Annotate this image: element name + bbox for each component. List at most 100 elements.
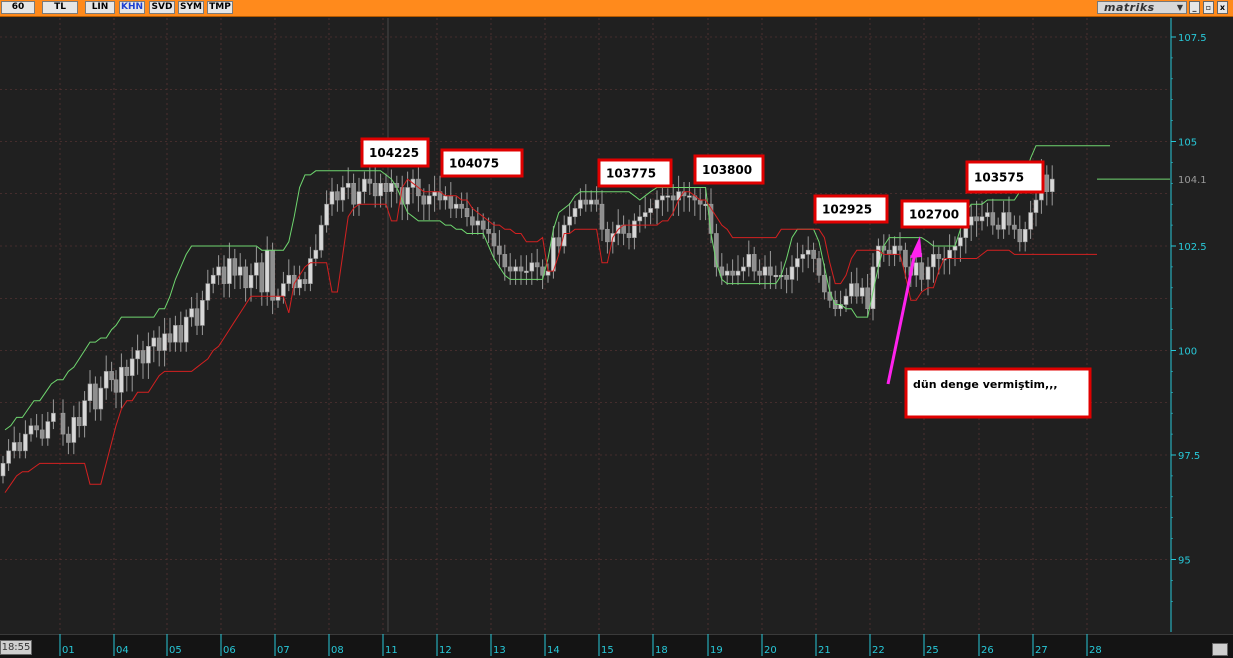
candle-body bbox=[23, 433, 28, 452]
candle-body bbox=[140, 350, 146, 364]
candle-body bbox=[654, 199, 660, 209]
candle-body bbox=[800, 254, 806, 259]
candle-body bbox=[318, 224, 324, 251]
y-tick-label: 102.5 bbox=[1178, 242, 1207, 253]
candle-body bbox=[789, 266, 795, 280]
candle-body bbox=[39, 429, 45, 439]
candle-body bbox=[448, 195, 454, 209]
candle-body bbox=[660, 195, 665, 201]
y-tick-label: 97.5 bbox=[1178, 451, 1200, 462]
candle-body bbox=[405, 187, 410, 205]
candle-body bbox=[903, 249, 908, 268]
x-tick-label: 04 bbox=[116, 645, 129, 656]
candle-body bbox=[464, 208, 470, 218]
candle-body bbox=[886, 249, 892, 255]
candle-body bbox=[71, 417, 77, 443]
candle-body bbox=[724, 270, 730, 276]
x-tick-label: 01 bbox=[62, 645, 75, 656]
candle-body bbox=[335, 191, 340, 201]
note-label: dün denge vermiştim,,, bbox=[913, 378, 1058, 391]
annotation-label: 102925 bbox=[822, 203, 872, 217]
candle-body bbox=[513, 266, 518, 272]
candle-body bbox=[60, 412, 66, 435]
candle-body bbox=[183, 316, 189, 343]
candle-body bbox=[194, 308, 200, 326]
annotation-arrow-head bbox=[910, 236, 922, 258]
y-tick-label: 107.5 bbox=[1178, 33, 1207, 44]
price-chart[interactable]: 95 97.5 100 102.5 105 107.5 104.1 01 04 05 06 07 08 1… bbox=[0, 0, 1233, 657]
candle-body bbox=[594, 199, 599, 205]
candle-body bbox=[561, 224, 567, 247]
candle-body bbox=[221, 266, 227, 284]
candle-body bbox=[1012, 224, 1017, 230]
candle-body bbox=[854, 283, 860, 297]
candle-body bbox=[931, 254, 936, 268]
last-value-label: 104.1 bbox=[1178, 175, 1207, 186]
candle-body bbox=[76, 417, 82, 427]
candle-body bbox=[453, 203, 459, 209]
candle-body bbox=[990, 212, 996, 226]
candle-body bbox=[578, 199, 583, 209]
candle-body bbox=[151, 337, 157, 347]
x-tick-label: 27 bbox=[1035, 645, 1048, 656]
x-tick-label: 25 bbox=[926, 645, 939, 656]
candle-body bbox=[849, 283, 854, 297]
candle-body bbox=[259, 262, 265, 293]
candle-body bbox=[518, 266, 524, 272]
candle-body bbox=[275, 295, 281, 301]
candle-body bbox=[156, 337, 162, 351]
candle-body bbox=[270, 249, 275, 301]
x-tick-label: 07 bbox=[277, 645, 290, 656]
candle-body bbox=[925, 266, 931, 280]
candle-body bbox=[34, 425, 39, 431]
candle-body bbox=[340, 187, 346, 201]
candle-body bbox=[227, 258, 232, 284]
candle-body bbox=[103, 371, 109, 389]
x-tick-label: 08 bbox=[331, 645, 344, 656]
candle-body bbox=[11, 442, 17, 452]
candle-body bbox=[87, 383, 93, 401]
candle-body bbox=[372, 183, 378, 197]
candle-body bbox=[189, 308, 194, 318]
candle-body bbox=[529, 262, 535, 272]
candle-body bbox=[421, 195, 427, 205]
candle-body bbox=[859, 287, 865, 297]
candle-body bbox=[556, 237, 562, 247]
candle-body bbox=[958, 237, 963, 247]
candle-body bbox=[762, 266, 768, 276]
candle-body bbox=[51, 412, 56, 422]
candle-body bbox=[735, 270, 741, 276]
x-tick-label: 20 bbox=[764, 645, 777, 656]
candle-body bbox=[146, 346, 151, 364]
candle-body bbox=[572, 208, 578, 218]
candle-body bbox=[426, 195, 432, 205]
candle-body bbox=[178, 325, 184, 343]
candle-body bbox=[109, 371, 114, 381]
candle-body bbox=[697, 199, 703, 205]
candle-body bbox=[383, 183, 389, 192]
candle-body bbox=[124, 366, 130, 376]
candle-body bbox=[345, 183, 351, 188]
candle-body bbox=[210, 274, 216, 284]
candle-body bbox=[378, 183, 383, 197]
candle-body bbox=[545, 270, 551, 276]
candle-body bbox=[491, 233, 497, 247]
candle-body bbox=[741, 266, 746, 272]
candle-body bbox=[805, 249, 811, 255]
x-tick-label: 13 bbox=[493, 645, 506, 656]
candle-body bbox=[502, 254, 508, 268]
annotation-arrow-shaft bbox=[886, 247, 918, 385]
candle-body bbox=[936, 254, 942, 259]
candle-body bbox=[173, 325, 178, 343]
candle-body bbox=[567, 216, 572, 226]
candle-body bbox=[82, 400, 87, 427]
candle-body bbox=[1006, 212, 1012, 226]
annotation-label: 103575 bbox=[974, 171, 1024, 185]
candle-body bbox=[205, 283, 211, 301]
candle-body bbox=[389, 183, 394, 192]
x-tick-label: 06 bbox=[223, 645, 236, 656]
candle-body bbox=[892, 245, 897, 255]
annotation-label: 104075 bbox=[449, 157, 499, 171]
candle-body bbox=[329, 191, 335, 205]
candle-body bbox=[113, 379, 119, 393]
